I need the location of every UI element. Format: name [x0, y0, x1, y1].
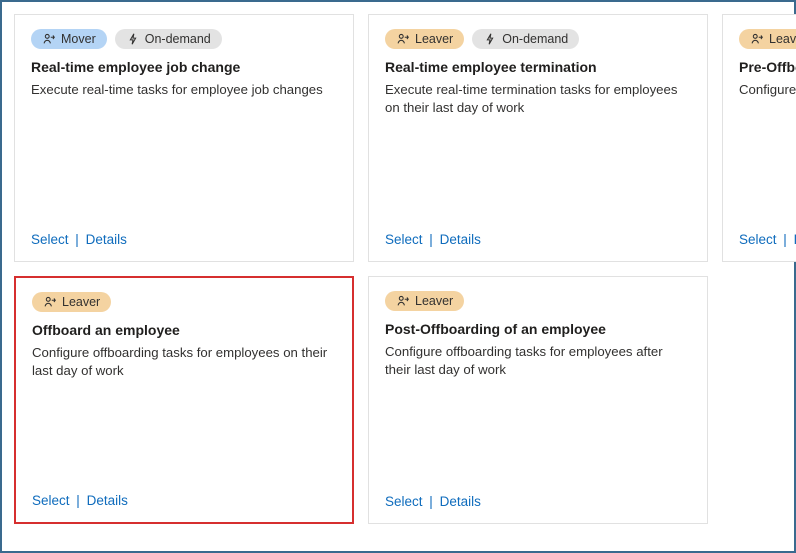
workflow-card-pre-offboard: Leaver Pre-Offboard Configure pre offboa… — [722, 14, 796, 262]
separator: | — [429, 494, 433, 509]
lightning-icon — [126, 32, 140, 46]
person-arrow-icon — [750, 32, 764, 46]
workflow-card-termination: Leaver On-demand Real-time employee term… — [368, 14, 708, 262]
separator: | — [783, 232, 787, 247]
card-footer: Select | Details — [31, 232, 337, 247]
card-grid: Mover On-demand Real-time employee job c… — [14, 14, 782, 524]
person-arrow-icon — [396, 294, 410, 308]
badge-label: On-demand — [502, 32, 568, 46]
workflow-card-post-offboard: Leaver Post-Offboarding of an employee C… — [368, 276, 708, 524]
details-link[interactable]: Details — [440, 232, 481, 247]
badge-label: Leaver — [415, 32, 453, 46]
card-description: Configure pre offboarding tasks before t… — [739, 81, 796, 99]
card-description: Execute real-time tasks for employee job… — [31, 81, 337, 99]
card-description: Configure offboarding tasks for employee… — [32, 344, 336, 381]
card-title: Pre-Offboard — [739, 59, 796, 75]
person-arrow-icon — [396, 32, 410, 46]
select-link[interactable]: Select — [31, 232, 69, 247]
badge-row: Mover On-demand — [31, 29, 337, 49]
badge-label: Mover — [61, 32, 96, 46]
person-arrow-icon — [43, 295, 57, 309]
details-link[interactable]: Details — [86, 232, 127, 247]
badge-label: Leaver — [62, 295, 100, 309]
card-description: Execute real-time termination tasks for … — [385, 81, 691, 118]
leaver-badge: Leaver — [385, 291, 464, 311]
card-description: Configure offboarding tasks for employee… — [385, 343, 691, 380]
select-link[interactable]: Select — [32, 493, 70, 508]
details-link[interactable]: Details — [87, 493, 128, 508]
leaver-badge: Leaver — [385, 29, 464, 49]
card-footer: Select | Details — [32, 493, 336, 508]
leaver-badge: Leaver — [739, 29, 796, 49]
card-title: Post-Offboarding of an employee — [385, 321, 691, 337]
card-title: Real-time employee termination — [385, 59, 691, 75]
badge-row: Leaver — [739, 29, 796, 49]
card-title: Real-time employee job change — [31, 59, 337, 75]
details-link[interactable]: Details — [440, 494, 481, 509]
card-title: Offboard an employee — [32, 322, 336, 338]
separator: | — [75, 232, 79, 247]
separator: | — [76, 493, 80, 508]
card-footer: Select | Details — [739, 232, 796, 247]
badge-row: Leaver On-demand — [385, 29, 691, 49]
workflow-card-job-change: Mover On-demand Real-time employee job c… — [14, 14, 354, 262]
mover-badge: Mover — [31, 29, 107, 49]
person-arrow-icon — [42, 32, 56, 46]
select-link[interactable]: Select — [385, 494, 423, 509]
card-footer: Select | Details — [385, 494, 691, 509]
ondemand-badge: On-demand — [115, 29, 222, 49]
select-link[interactable]: Select — [385, 232, 423, 247]
badge-label: Leaver — [415, 294, 453, 308]
workflow-card-offboard: Leaver Offboard an employee Configure of… — [14, 276, 354, 524]
ondemand-badge: On-demand — [472, 29, 579, 49]
leaver-badge: Leaver — [32, 292, 111, 312]
badge-row: Leaver — [32, 292, 336, 312]
card-footer: Select | Details — [385, 232, 691, 247]
badge-row: Leaver — [385, 291, 691, 311]
lightning-icon — [483, 32, 497, 46]
badge-label: Leaver — [769, 32, 796, 46]
badge-label: On-demand — [145, 32, 211, 46]
separator: | — [429, 232, 433, 247]
select-link[interactable]: Select — [739, 232, 777, 247]
